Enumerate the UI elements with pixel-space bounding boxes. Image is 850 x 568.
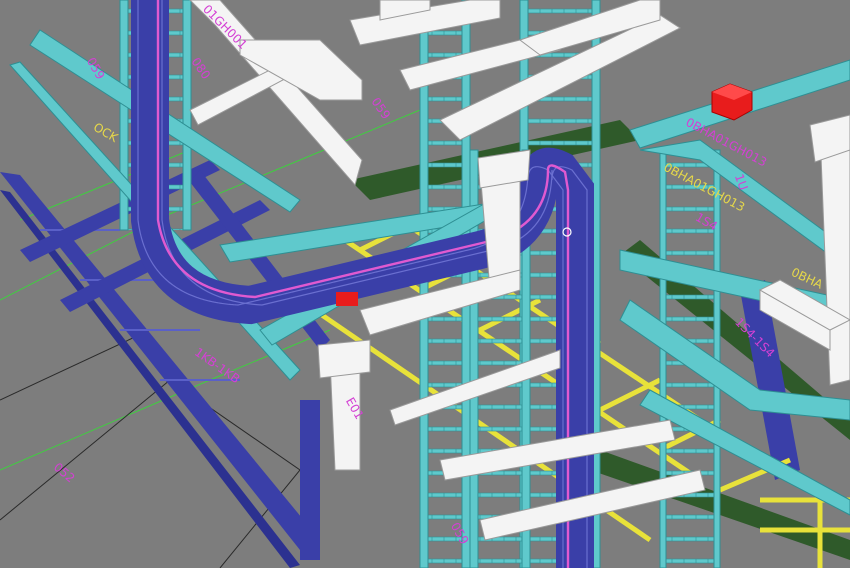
outline-lines	[0, 329, 301, 568]
cad-3d-viewport[interactable]: 01GH001 059 080 OCK 059 0BHA01GH013 0BHA…	[0, 0, 850, 568]
cable-tray-model[interactable]	[0, 0, 850, 568]
